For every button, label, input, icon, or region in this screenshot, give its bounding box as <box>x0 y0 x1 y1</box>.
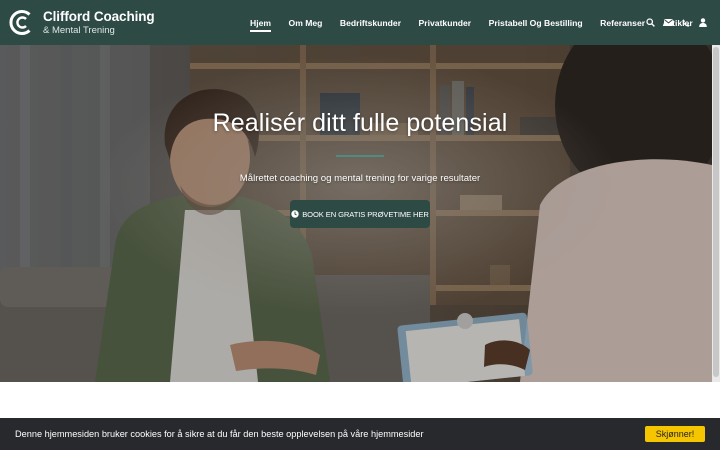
cookie-accept-button[interactable]: Skjønner! <box>645 426 705 442</box>
book-trial-label: BOOK EN GRATIS PRØVETIME HER <box>302 209 429 219</box>
page-scrollbar[interactable] <box>712 45 720 382</box>
site-header: Clifford Coaching & Mental Trening Hjem … <box>0 0 720 45</box>
nav-item-referanser[interactable]: Referanser <box>600 18 645 28</box>
nav-item-pristabell[interactable]: Pristabell Og Bestilling <box>489 18 583 28</box>
nav-item-om-meg[interactable]: Om Meg <box>289 18 323 28</box>
brand-subtitle: & Mental Trening <box>43 24 115 36</box>
nav-item-privatkunder[interactable]: Privatkunder <box>419 18 472 28</box>
hero-divider <box>336 155 384 157</box>
logo-mark-icon <box>7 7 38 38</box>
nav-item-hjem[interactable]: Hjem <box>250 18 272 32</box>
main-nav: Hjem Om Meg Bedriftskunder Privatkunder … <box>250 0 710 45</box>
clock-icon <box>291 210 299 218</box>
user-icon[interactable] <box>699 18 708 27</box>
cookie-text: Denne hjemmesiden bruker cookies for å s… <box>15 429 424 439</box>
hero-title: Realisér ditt fulle potensial <box>212 109 508 137</box>
phone-icon[interactable] <box>681 18 690 27</box>
scrollbar-thumb[interactable] <box>713 47 719 377</box>
hero-subtitle: Målrettet coaching og mental trening for… <box>239 173 481 184</box>
cookie-banner: Denne hjemmesiden bruker cookies for å s… <box>0 418 720 450</box>
header-icons <box>646 0 716 45</box>
brand-title: Clifford Coaching <box>43 9 155 24</box>
nav-item-bedriftskunder[interactable]: Bedriftskunder <box>340 18 401 28</box>
logo[interactable]: Clifford Coaching & Mental Trening <box>7 7 155 38</box>
envelope-icon[interactable] <box>663 18 673 27</box>
search-icon[interactable] <box>646 18 655 27</box>
book-trial-button[interactable]: BOOK EN GRATIS PRØVETIME HER <box>290 200 430 228</box>
